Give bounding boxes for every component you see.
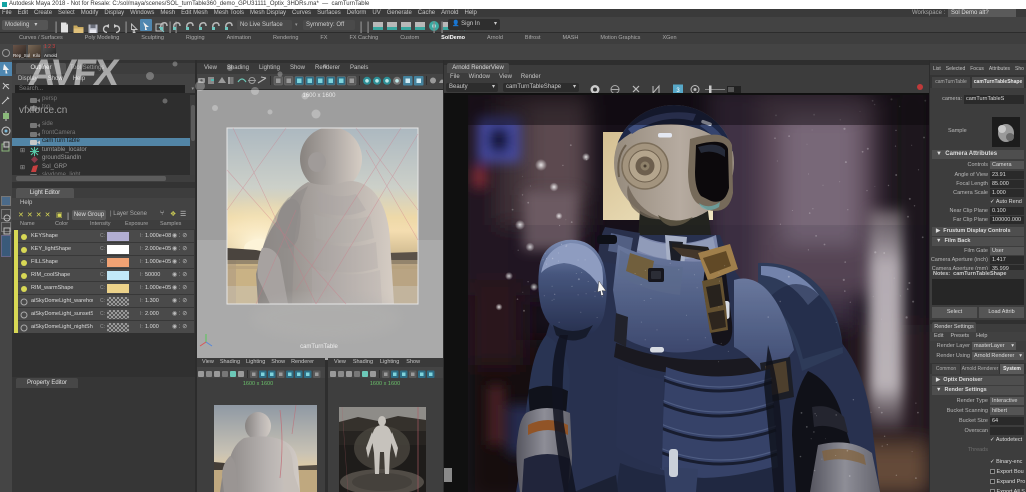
svg-text:1600 x 1600: 1600 x 1600	[370, 381, 400, 387]
svg-text:camTurnTable: camTurnTable	[300, 344, 338, 350]
svg-text:1600 x 1600: 1600 x 1600	[243, 381, 273, 387]
